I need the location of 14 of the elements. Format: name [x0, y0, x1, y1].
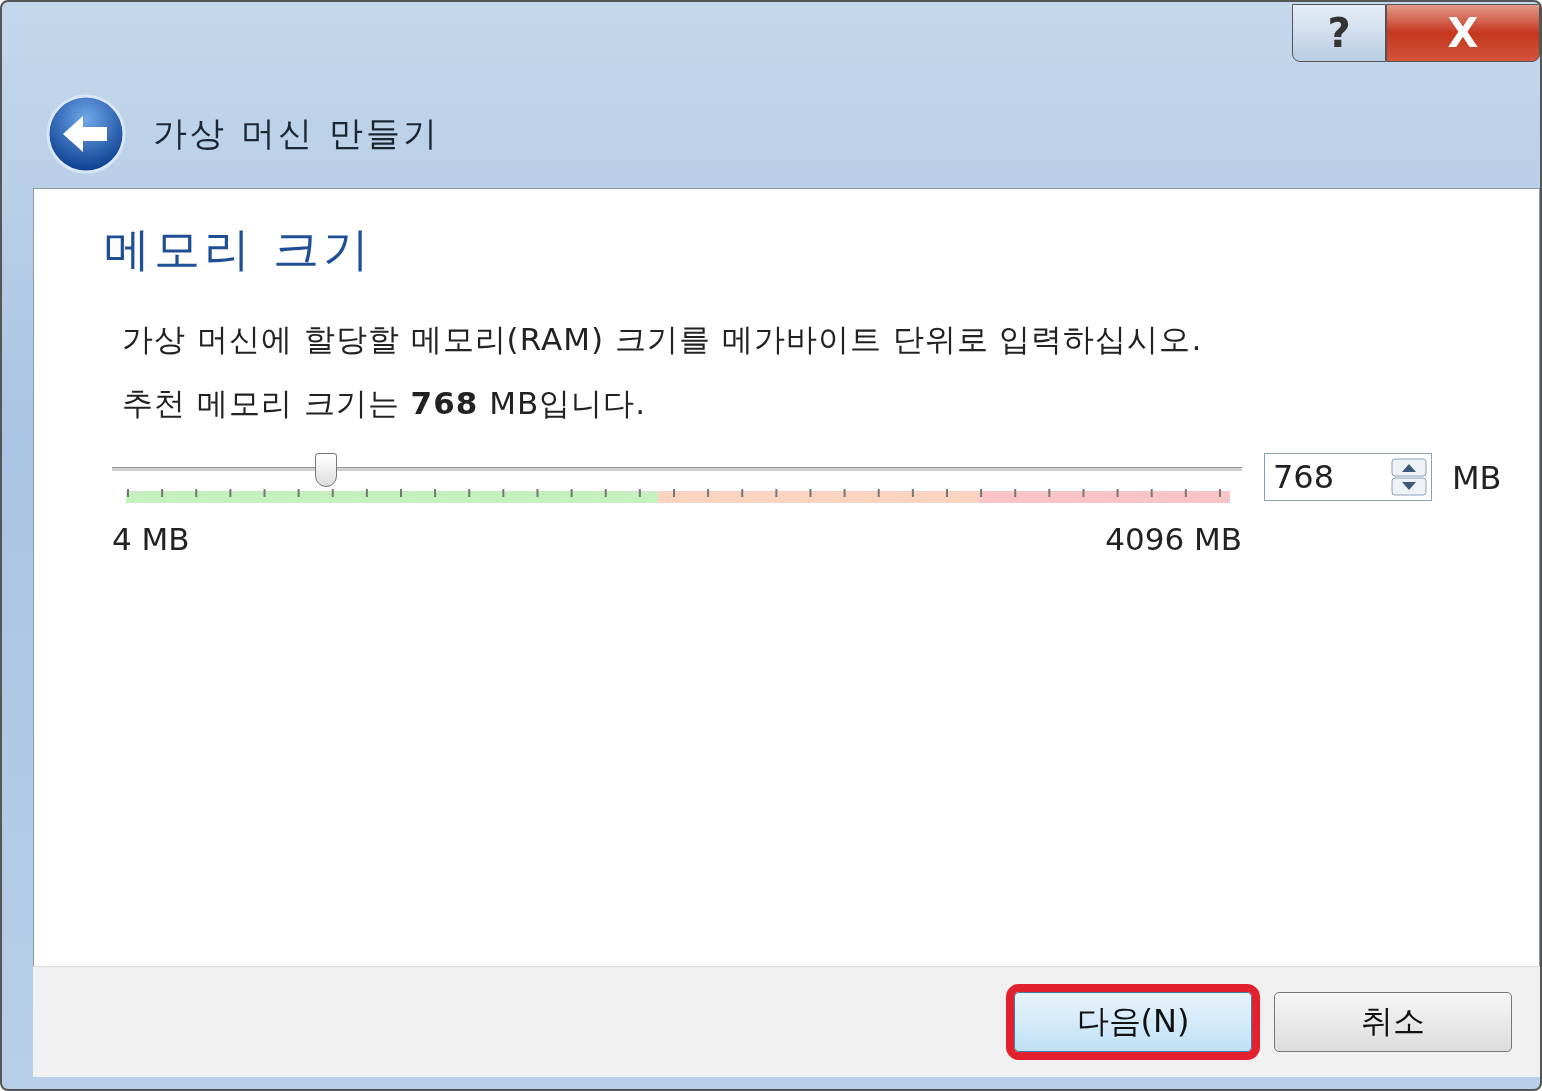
window-title: 가상 머신 만들기 — [153, 112, 440, 155]
description-text: 가상 머신에 할당할 메모리(RAM) 크기를 메가바이트 단위로 입력하십시오. — [122, 320, 1204, 359]
max-label: 4096 MB — [1105, 521, 1242, 557]
cancel-button[interactable]: 취소 — [1274, 992, 1512, 1052]
spin-arrows-icon[interactable] — [1391, 458, 1427, 496]
unit-label: MB — [1452, 459, 1502, 497]
recommendation-text: 추천 메모리 크기는 768 MB입니다. — [122, 384, 647, 423]
close-button[interactable]: X — [1386, 4, 1540, 62]
slider-thumb[interactable] — [314, 453, 337, 487]
min-label: 4 MB — [112, 521, 190, 557]
memory-slider[interactable] — [112, 453, 1242, 489]
memory-spinbox[interactable]: 768 — [1264, 453, 1432, 501]
page-heading: 메모리 크기 — [104, 221, 374, 278]
help-button[interactable]: ? — [1292, 4, 1386, 62]
